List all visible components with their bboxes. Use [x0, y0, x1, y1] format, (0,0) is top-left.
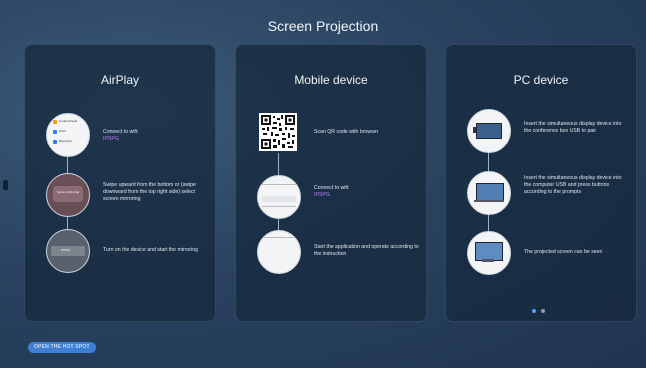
- airplay-panel: AirPlay Control Panel Wi-Fi Bluetooth Co…: [24, 44, 216, 322]
- open-hotspot-button[interactable]: OPEN THE HOT SPOT: [28, 342, 96, 353]
- mobile-step1-text: Scan QR code with browser: [314, 129, 379, 135]
- menu-label: Control Panel: [59, 119, 78, 123]
- qr-code[interactable]: [259, 113, 297, 151]
- pc-step3-image: [467, 231, 511, 275]
- menu-label: Screen Mirroring: [57, 190, 80, 194]
- mobile-title: Mobile device: [294, 73, 368, 87]
- pc-step1-text: Insert the simultaneous display device i…: [524, 121, 622, 134]
- page-dot-active[interactable]: [532, 309, 536, 313]
- mobile-step2-text: Connect to wifi: IPSPG: [314, 185, 350, 198]
- airplay-title: AirPlay: [100, 73, 139, 87]
- pc-step2-image: [467, 171, 511, 215]
- pc-step1-image: [467, 109, 511, 153]
- side-collapse-handle[interactable]: [3, 180, 8, 190]
- airplay-step2-text: Swipe upward from the bottom or (swipe d…: [103, 182, 196, 202]
- pc-step2-text: Insert the simultaneous display device i…: [524, 175, 622, 195]
- mobile-panel: Mobile device Scan QR code with browser: [235, 44, 427, 322]
- airplay-step1-image: Control Panel Wi-Fi Bluetooth: [46, 113, 90, 157]
- pc-title: PC device: [513, 73, 569, 87]
- menu-label: IPSPG: [61, 248, 71, 252]
- pc-panel: PC device Insert the simultaneous displa…: [445, 44, 637, 322]
- mobile-step2-image: [257, 175, 301, 219]
- airplay-step3-text: Turn on the device and start the mirrori…: [103, 247, 198, 253]
- menu-label: Bluetooth: [59, 139, 72, 143]
- airplay-step3-image: IPSPG: [46, 229, 90, 273]
- page-indicator: [532, 300, 550, 318]
- airplay-step2-image: Screen Mirroring: [46, 173, 90, 217]
- menu-label: Wi-Fi: [59, 129, 66, 133]
- page-title: Screen Projection: [267, 18, 379, 34]
- mobile-step3-image: [257, 230, 301, 274]
- page-dot[interactable]: [541, 309, 545, 313]
- airplay-step1-text: Connect to wifi: IPSPG: [103, 129, 139, 142]
- pc-step3-text: The projected screen can be seen: [524, 249, 603, 255]
- mobile-step3-text: Start the application and operate accord…: [314, 244, 419, 257]
